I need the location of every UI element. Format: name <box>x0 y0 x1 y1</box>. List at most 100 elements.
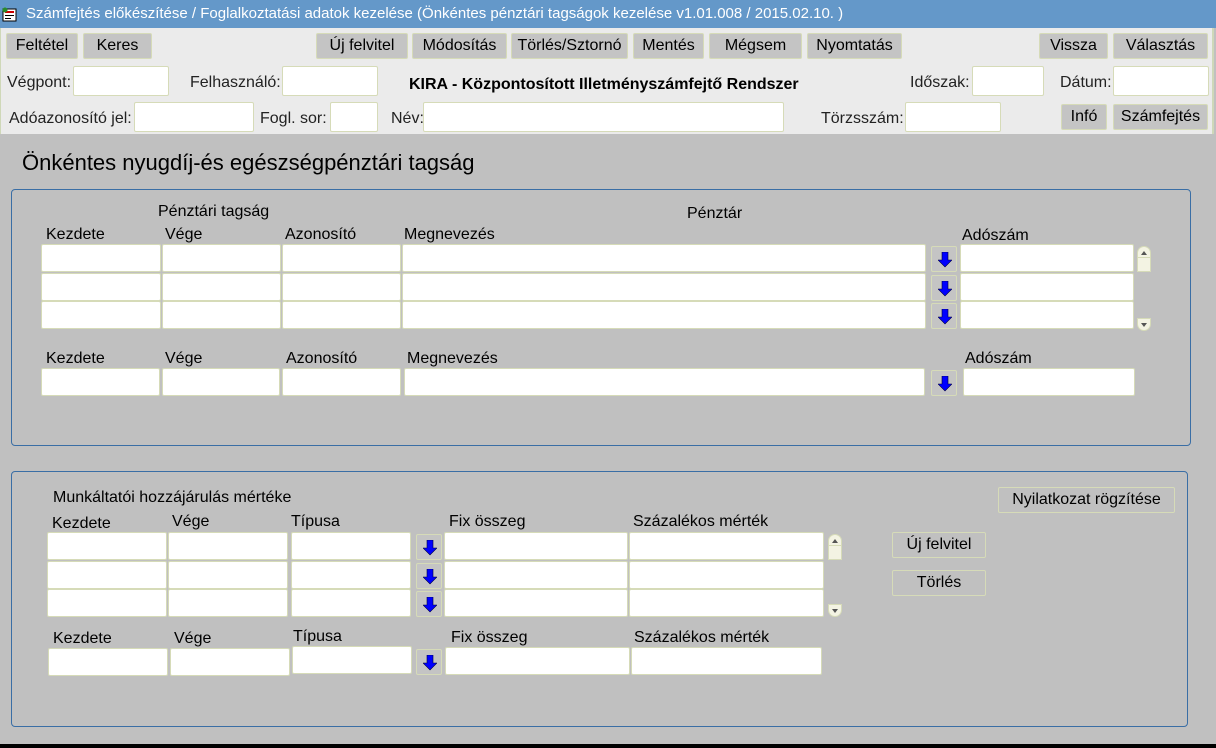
contrib-detail-kezdete-input[interactable] <box>48 648 168 676</box>
arrow-down-icon <box>423 597 437 613</box>
contrib-detail-tipusa-input[interactable] <box>292 646 412 674</box>
detail-header-adoszam: Adószám <box>965 350 1032 367</box>
idoszak-label: Időszak: <box>910 74 970 91</box>
membership-scroll-up[interactable] <box>1137 246 1151 272</box>
back-button[interactable]: Vissza <box>1039 33 1108 59</box>
contribution-row-szazalek-input[interactable] <box>629 589 824 617</box>
contrib-detail-fix-label: Fix összeg <box>451 629 528 646</box>
membership-row-vege-input[interactable] <box>162 301 281 329</box>
feltetel-button[interactable]: Feltétel <box>6 33 78 59</box>
contribution-row-kezdete-input[interactable] <box>47 589 167 617</box>
contrib-detail-vege-input[interactable] <box>170 648 290 676</box>
detail-header-kezdete: Kezdete <box>46 350 105 367</box>
app-form-icon <box>2 5 18 22</box>
membership-row-adoszam-input[interactable] <box>960 301 1134 329</box>
idoszak-input[interactable] <box>972 66 1044 96</box>
detail-kezdete-input[interactable] <box>41 368 160 396</box>
keres-button[interactable]: Keres <box>83 33 152 59</box>
col-header-kezdete: Kezdete <box>46 226 105 243</box>
membership-row-lov-button[interactable] <box>931 246 957 272</box>
adoazonosito-input[interactable] <box>134 102 254 132</box>
vegpont-input[interactable] <box>73 66 169 96</box>
contrib-detail-lov-button[interactable] <box>416 649 442 675</box>
detail-header-azonosito: Azonosító <box>286 350 358 367</box>
contribution-row-tipusa-input[interactable] <box>291 589 411 617</box>
detail-adoszam-input[interactable] <box>963 368 1135 396</box>
print-button[interactable]: Nyomtatás <box>807 33 902 59</box>
fogl-sor-input[interactable] <box>330 102 378 132</box>
save-button[interactable]: Mentés <box>633 33 704 59</box>
membership-row-megnevezes-input[interactable] <box>402 272 926 301</box>
contribution-row-vege-input[interactable] <box>168 532 288 560</box>
contribution-row-fix-input[interactable] <box>444 560 628 589</box>
new-record-button[interactable]: Új felvitel <box>316 33 408 59</box>
membership-row-kezdete-input[interactable] <box>41 272 161 301</box>
contrib-delete-button[interactable]: Törlés <box>892 570 986 596</box>
felhasznalo-label: Felhasználó: <box>190 74 281 91</box>
nev-label: Név: <box>391 110 424 127</box>
membership-row-adoszam-input[interactable] <box>960 244 1134 272</box>
contribution-row-tipusa-input[interactable] <box>291 532 411 560</box>
detail-megnevezes-input[interactable] <box>404 368 925 396</box>
contribution-row-lov-button[interactable] <box>416 534 442 560</box>
contrib-detail-kezdete-label: Kezdete <box>53 630 112 647</box>
detail-azonosito-input[interactable] <box>282 368 401 396</box>
window-bottom-border <box>0 744 1216 748</box>
contrib-detail-szazalek-input[interactable] <box>631 647 822 675</box>
payroll-button[interactable]: Számfejtés <box>1113 104 1208 130</box>
contribution-row-fix-input[interactable] <box>444 589 628 617</box>
felhasznalo-input[interactable] <box>282 66 378 96</box>
modify-button[interactable]: Módosítás <box>412 33 507 59</box>
contribution-row-vege-input[interactable] <box>168 589 288 617</box>
arrow-down-icon <box>938 376 952 392</box>
detail-vege-input[interactable] <box>162 368 280 396</box>
contrib-col-tipusa: Típusa <box>291 513 340 530</box>
adoazonosito-label: Adóazonosító jel: <box>9 110 132 127</box>
membership-row-azonosito-input[interactable] <box>282 244 401 272</box>
contrib-new-button[interactable]: Új felvitel <box>892 532 986 558</box>
datum-input[interactable] <box>1113 66 1209 96</box>
col-header-vege: Vége <box>165 226 203 243</box>
arrow-down-icon <box>423 655 437 671</box>
membership-row-vege-input[interactable] <box>162 272 281 301</box>
membership-row-megnevezes-input[interactable] <box>402 244 926 272</box>
nev-input[interactable] <box>423 102 784 132</box>
info-button[interactable]: Infó <box>1061 104 1107 130</box>
membership-row-kezdete-input[interactable] <box>41 244 161 272</box>
contribution-row-szazalek-input[interactable] <box>629 560 824 589</box>
membership-row-adoszam-input[interactable] <box>960 272 1134 301</box>
arrow-down-icon <box>938 252 952 268</box>
contrib-detail-fix-input[interactable] <box>445 647 630 675</box>
system-title: KIRA - Központosított Illetményszámfejtő… <box>409 76 799 93</box>
contribution-row-kezdete-input[interactable] <box>47 560 167 589</box>
membership-row-lov-button[interactable] <box>931 274 957 301</box>
membership-row-vege-input[interactable] <box>162 244 281 272</box>
membership-row-azonosito-input[interactable] <box>282 272 401 301</box>
fogl-sor-label: Fogl. sor: <box>260 110 327 127</box>
membership-row-kezdete-input[interactable] <box>41 301 161 329</box>
contribution-row-tipusa-input[interactable] <box>291 560 411 589</box>
select-button[interactable]: Választás <box>1113 33 1208 59</box>
delete-storno-button[interactable]: Törlés/Sztornó <box>511 33 628 59</box>
vegpont-label: Végpont: <box>7 74 72 91</box>
contrib-col-vege: Vége <box>172 513 210 530</box>
contribution-row-fix-input[interactable] <box>444 532 628 560</box>
declaration-button[interactable]: Nyilatkozat rögzítése <box>998 487 1175 513</box>
detail-lov-button[interactable] <box>931 370 957 396</box>
contrib-col-fix: Fix összeg <box>449 513 526 530</box>
contribution-scroll-up[interactable] <box>828 534 842 560</box>
membership-row-megnevezes-input[interactable] <box>402 301 926 329</box>
membership-row-lov-button[interactable] <box>931 303 957 329</box>
group-label-membership: Pénztári tagság <box>158 203 270 220</box>
membership-row-azonosito-input[interactable] <box>282 301 401 329</box>
contribution-row-kezdete-input[interactable] <box>47 532 167 560</box>
contribution-row-lov-button[interactable] <box>416 562 442 589</box>
contribution-row-vege-input[interactable] <box>168 560 288 589</box>
arrow-down-icon <box>423 568 437 584</box>
contrib-col-kezdete: Kezdete <box>52 515 111 532</box>
torzsszam-input[interactable] <box>905 102 1001 132</box>
contrib-detail-vege-label: Vége <box>174 630 212 647</box>
cancel-button[interactable]: Mégsem <box>709 33 802 59</box>
contribution-row-szazalek-input[interactable] <box>629 532 824 560</box>
contribution-row-lov-button[interactable] <box>416 591 442 617</box>
